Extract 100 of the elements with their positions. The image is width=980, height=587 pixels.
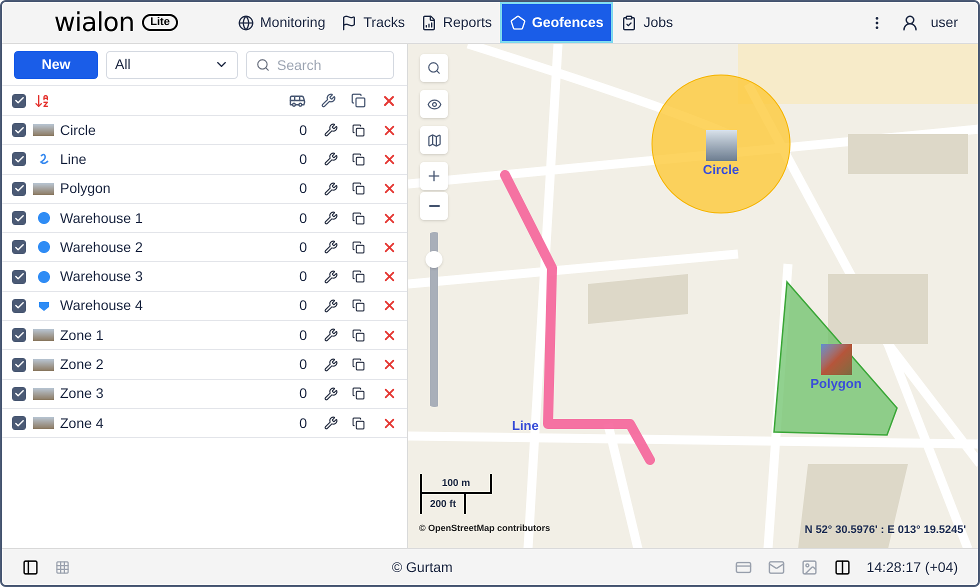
squiggle-icon xyxy=(38,153,50,166)
check-icon xyxy=(14,154,24,165)
columns-icon[interactable] xyxy=(834,558,851,576)
geofence-name[interactable]: Line xyxy=(60,148,86,170)
copy-icon[interactable] xyxy=(352,240,365,254)
wrench-icon[interactable] xyxy=(324,270,338,284)
checkbox[interactable] xyxy=(12,152,26,166)
tab-icon xyxy=(420,14,437,30)
copy-icon[interactable] xyxy=(352,328,365,342)
geofence-name[interactable]: Zone 1 xyxy=(60,324,104,346)
wrench-icon[interactable] xyxy=(324,386,338,401)
filter-dropdown[interactable]: All xyxy=(106,50,238,78)
geofence-name[interactable]: Warehouse 4 xyxy=(60,295,143,316)
check-icon xyxy=(14,271,24,282)
check-icon xyxy=(14,388,24,400)
wrench-icon[interactable] xyxy=(324,416,338,430)
scale-bar: 200 ft xyxy=(420,494,466,514)
photo-placeholder xyxy=(33,329,54,342)
search-icon xyxy=(256,58,270,72)
zoom-in-button[interactable] xyxy=(420,162,448,190)
checkbox[interactable] xyxy=(12,94,26,108)
wrench-icon[interactable] xyxy=(324,298,338,313)
photo-placeholder xyxy=(706,130,737,161)
logo: wialon xyxy=(54,10,134,36)
checkbox[interactable] xyxy=(12,298,26,313)
copy-icon[interactable] xyxy=(352,152,365,166)
copy-icon[interactable] xyxy=(352,124,365,137)
map-icon xyxy=(426,132,442,148)
geofence-name[interactable]: Polygon xyxy=(60,178,111,200)
tab-icon xyxy=(238,14,254,30)
geofence-name[interactable]: Warehouse 2 xyxy=(60,236,143,258)
copy-icon[interactable] xyxy=(352,416,365,430)
copyright: © Gurtam xyxy=(392,558,453,576)
checkbox[interactable] xyxy=(12,123,26,138)
nav-tab[interactable]: Jobs xyxy=(613,2,682,43)
photo-placeholder xyxy=(33,124,54,136)
checkbox[interactable] xyxy=(12,358,26,372)
map-layers-button[interactable] xyxy=(420,126,448,154)
photo-placeholder xyxy=(33,182,54,195)
visibility-button[interactable] xyxy=(420,90,448,118)
copy-icon[interactable] xyxy=(352,358,365,372)
geofence-name[interactable]: Warehouse 1 xyxy=(60,208,143,229)
nav-tab[interactable]: Reports xyxy=(412,2,500,43)
tab-icon xyxy=(510,14,526,30)
wrench-icon[interactable] xyxy=(324,211,338,226)
copy-icon[interactable] xyxy=(352,182,365,196)
search-button[interactable] xyxy=(420,54,448,82)
geofence-name[interactable]: Zone 3 xyxy=(60,383,104,404)
nav-tab[interactable]: Monitoring xyxy=(230,2,334,43)
geofence-name[interactable]: Circle xyxy=(60,120,96,141)
geofence-name[interactable]: Warehouse 3 xyxy=(60,266,143,288)
geofence-name[interactable]: Zone 4 xyxy=(60,412,104,434)
check-icon xyxy=(14,124,24,136)
copy-icon[interactable] xyxy=(352,212,365,225)
wrench-icon[interactable] xyxy=(324,182,338,196)
checkbox[interactable] xyxy=(12,211,26,226)
photo-placeholder xyxy=(33,358,54,371)
photo-placeholder xyxy=(33,417,54,430)
checkbox[interactable] xyxy=(12,416,26,430)
unit-count: 0 xyxy=(299,208,307,228)
unit-count: 0 xyxy=(299,179,307,198)
zoom-out-button[interactable] xyxy=(420,192,448,220)
checkbox[interactable] xyxy=(12,270,26,284)
checkbox[interactable] xyxy=(12,182,26,196)
unit-count: 0 xyxy=(299,326,307,345)
nav-tab[interactable]: Tracks xyxy=(333,2,413,43)
tab-icon xyxy=(341,14,358,30)
wrench-icon[interactable] xyxy=(324,328,338,342)
new-button[interactable]: New xyxy=(14,50,98,78)
slider-thumb[interactable] xyxy=(426,250,442,268)
copy-icon[interactable] xyxy=(352,299,365,312)
user-name[interactable]: user xyxy=(930,12,958,33)
copy-icon[interactable] xyxy=(352,387,365,400)
geofence-name[interactable]: Zone 2 xyxy=(60,354,104,376)
check-icon xyxy=(14,242,24,253)
wrench-icon[interactable] xyxy=(324,152,338,166)
check-icon xyxy=(14,300,24,312)
sort-icon[interactable] xyxy=(34,92,50,108)
map[interactable]: Circle Line Polygon 100 m 200 ft © OpenStreetMap contributors N 52° 30.5976' : E 013° 19.5245' xyxy=(408,44,978,548)
unit-count: 0 xyxy=(299,150,307,169)
logo-badge: Lite xyxy=(142,14,178,31)
check-icon xyxy=(14,212,24,224)
checkbox[interactable] xyxy=(12,240,26,254)
unit-count: 0 xyxy=(299,267,307,286)
check-icon xyxy=(14,183,24,194)
user-icon[interactable] xyxy=(900,14,919,32)
wrench-icon[interactable] xyxy=(324,358,338,372)
checkbox[interactable] xyxy=(12,386,26,401)
copy-icon xyxy=(351,93,366,108)
nav-tab[interactable]: Geofences xyxy=(500,2,614,43)
check-icon xyxy=(14,330,24,341)
wrench-icon[interactable] xyxy=(324,123,338,138)
wrench-icon[interactable] xyxy=(324,240,338,254)
search-field[interactable]: Search xyxy=(246,50,394,78)
sidebar-toggle-icon[interactable] xyxy=(22,558,39,576)
check-icon xyxy=(14,95,24,106)
photo-placeholder xyxy=(821,344,852,375)
scale-bar: 100 m xyxy=(420,474,492,494)
checkbox[interactable] xyxy=(12,328,26,342)
copy-icon[interactable] xyxy=(352,270,365,284)
